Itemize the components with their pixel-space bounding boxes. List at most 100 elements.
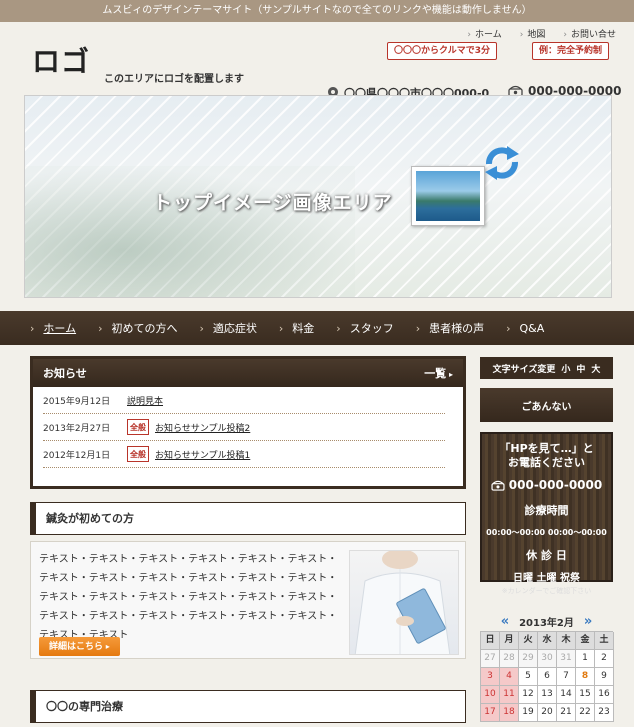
- calendar-day: 17: [481, 704, 500, 722]
- news-link[interactable]: 説明見本: [127, 394, 163, 407]
- closed-days: 日曜 土曜 祝祭: [513, 573, 580, 584]
- news-date: 2012年12月1日: [43, 450, 111, 461]
- calendar-day: 11: [500, 686, 519, 704]
- calendar-day: 7: [557, 668, 576, 686]
- global-nav: ホーム 初めての方へ 適応症状 料金 スタッフ 患者様の声 Q&A: [0, 311, 634, 345]
- weekday-header: 木: [557, 632, 576, 650]
- category-badge: 全般: [127, 419, 149, 435]
- calendar-day: 29: [519, 650, 538, 668]
- clinic-photo: [349, 550, 459, 655]
- calendar-day: 28: [500, 650, 519, 668]
- nav-home[interactable]: ホーム: [30, 320, 76, 336]
- top-notice-bar: ムスビィのデザインテーマサイト（サンプルサイトなので全てのリンクや機能は動作しま…: [0, 0, 634, 22]
- closed-title: 休 診 日: [526, 549, 567, 562]
- calendar-day: 6: [538, 668, 557, 686]
- special-heading: 〇〇の専門治療: [30, 690, 466, 723]
- calendar-day: 3: [481, 668, 500, 686]
- link-contact[interactable]: お問い合せ: [563, 27, 616, 40]
- nav-price[interactable]: 料金: [279, 320, 314, 336]
- contact-tel-number[interactable]: 000-000-0000: [509, 478, 602, 492]
- calendar-day: 19: [519, 704, 538, 722]
- news-link[interactable]: お知らせサンプル投稿2: [155, 421, 250, 434]
- logo[interactable]: ロゴ: [32, 40, 90, 80]
- intro-text: テキスト・テキスト・テキスト・テキスト・テキスト・テキスト・テキスト・テキスト・…: [39, 554, 338, 641]
- calendar-day: 15: [576, 686, 595, 704]
- font-size-medium-button[interactable]: 中: [576, 362, 585, 375]
- news-box: お知らせ 一覧 2015年9月12日 説明見本 2013年2月27日 全般 お知…: [30, 356, 466, 489]
- hero-image-area: トップイメージ画像エリア: [24, 95, 612, 298]
- contact-tel: 000-000-0000: [482, 478, 611, 492]
- news-date: 2013年2月27日: [43, 423, 111, 434]
- nav-staff[interactable]: スタッフ: [336, 320, 394, 336]
- access-badge: 〇〇〇からクルマで3分: [387, 42, 497, 60]
- calendar-day: 23: [595, 704, 614, 722]
- news-link[interactable]: お知らせサンプル投稿1: [155, 448, 250, 461]
- refresh-icon: [485, 146, 519, 180]
- contact-box: 「HPを見て…」と お電話ください 000-000-0000 診療時間 00:0…: [480, 432, 613, 595]
- calendar-day: 9: [595, 668, 614, 686]
- calendar-day: 13: [538, 686, 557, 704]
- contact-line1: 「HPを見て…」と: [499, 442, 594, 455]
- intro-detail-button[interactable]: 詳細はこちら: [39, 637, 120, 656]
- category-badge: 全般: [127, 446, 149, 462]
- calendar-note: ※カレンダーでご確認下さい: [501, 587, 592, 595]
- news-date: 2015年9月12日: [43, 396, 111, 407]
- logo-caption: このエリアにロゴを配置します: [104, 74, 244, 85]
- calendar-next-button[interactable]: »: [584, 614, 592, 629]
- intro-heading: 鍼灸が初めての方: [30, 502, 466, 535]
- calendar-day: 21: [557, 704, 576, 722]
- intro-box: テキスト・テキスト・テキスト・テキスト・テキスト・テキスト・テキスト・テキスト・…: [30, 541, 466, 659]
- calendar-day: 12: [519, 686, 538, 704]
- calendar-day: 14: [557, 686, 576, 704]
- landscape-photo-icon: [411, 166, 485, 226]
- calendar-grid: 日 月 火 水 木 金 土 27 28 29 30 31 1 2 3 4 5 6…: [480, 631, 614, 722]
- calendar-day: 16: [595, 686, 614, 704]
- link-map[interactable]: 地図: [520, 27, 545, 40]
- font-size-switcher: 文字サイズ変更 小 中 大: [480, 357, 613, 379]
- nav-symptoms[interactable]: 適応症状: [199, 320, 257, 336]
- weekday-header: 火: [519, 632, 538, 650]
- news-item: 2012年12月1日 全般 お知らせサンプル投稿1: [43, 441, 445, 468]
- contact-line2: お電話ください: [508, 456, 585, 469]
- font-size-label: 文字サイズ変更: [492, 364, 556, 375]
- calendar-header: « 2013年2月 »: [480, 611, 613, 631]
- calendar-day: 1: [576, 650, 595, 668]
- nav-first-time[interactable]: 初めての方へ: [98, 320, 177, 336]
- news-item: 2015年9月12日 説明見本: [43, 387, 445, 414]
- calendar-day: 2: [595, 650, 614, 668]
- calendar-day: 8: [576, 668, 595, 686]
- font-size-large-button[interactable]: 大: [591, 362, 600, 375]
- nav-qa[interactable]: Q&A: [506, 322, 545, 335]
- header: ロゴ このエリアにロゴを配置します ホーム 地図 お問い合せ 〇〇〇からクルマで…: [0, 22, 634, 100]
- calendar-day: 22: [576, 704, 595, 722]
- calendar: « 2013年2月 » 日 月 火 水 木 金 土 27 28 29 30 31…: [480, 611, 614, 722]
- news-item: 2013年2月27日 全般 お知らせサンプル投稿2: [43, 414, 445, 441]
- calendar-title: 2013年2月: [519, 617, 574, 629]
- weekday-header: 土: [595, 632, 614, 650]
- calendar-day: 30: [538, 650, 557, 668]
- calendar-day: 27: [481, 650, 500, 668]
- calendar-day: 18: [500, 704, 519, 722]
- hero-caption: トップイメージ画像エリア: [153, 192, 393, 214]
- calendar-day: 5: [519, 668, 538, 686]
- font-size-small-button[interactable]: 小: [561, 362, 570, 375]
- hero-background-hill: [25, 166, 355, 297]
- calendar-prev-button[interactable]: «: [501, 614, 509, 629]
- calendar-day: 4: [500, 668, 519, 686]
- calendar-day: 10: [481, 686, 500, 704]
- phone-icon: [491, 480, 505, 491]
- weekday-header: 月: [500, 632, 519, 650]
- weekday-header: 日: [481, 632, 500, 650]
- nav-voices[interactable]: 患者様の声: [416, 320, 484, 336]
- reservation-badge: 例：完全予約制: [532, 42, 610, 60]
- weekday-header: 金: [576, 632, 595, 650]
- link-home[interactable]: ホーム: [467, 27, 502, 40]
- guide-button[interactable]: ごあんない: [480, 388, 613, 422]
- news-header: お知らせ 一覧: [33, 359, 463, 387]
- news-more-link[interactable]: 一覧: [424, 365, 453, 381]
- calendar-day: 20: [538, 704, 557, 722]
- calendar-day: 31: [557, 650, 576, 668]
- weekday-header: 水: [538, 632, 557, 650]
- hours-title: 診療時間: [524, 504, 569, 517]
- top-links: ホーム 地図 お問い合せ: [467, 27, 616, 40]
